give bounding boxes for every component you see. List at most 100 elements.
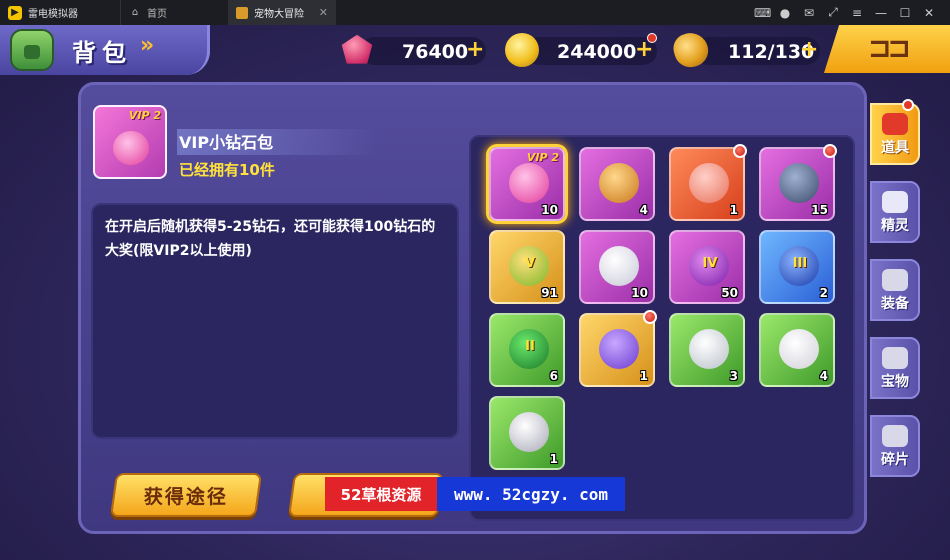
emulator-logo-icon: ▶ <box>8 5 22 20</box>
tab-label: 道具 <box>881 140 909 156</box>
item-grid: VIP 2 10 4 1 15 V 91 10 IV 50 III 2 II 6 1 3 4 1 <box>469 135 855 521</box>
item-grade-label: V <box>524 256 536 271</box>
bag-title-tab: 背包 » <box>0 25 210 75</box>
tab-label: 碎片 <box>881 452 909 468</box>
item-grade-label: III <box>792 256 808 271</box>
shell-icon <box>779 329 819 369</box>
item-slot[interactable]: 4 <box>579 147 655 221</box>
selected-item-owned: 已经拥有10件 <box>179 161 275 179</box>
tab-close-icon[interactable]: ✕ <box>319 6 328 19</box>
vip-diamond-pack-icon <box>509 163 549 203</box>
gold-value: 244000 <box>557 41 637 63</box>
item-slot[interactable]: 10 <box>579 230 655 304</box>
tab-puzzle[interactable]: 碎片 <box>870 415 920 477</box>
diamond-add-button[interactable]: + <box>466 37 484 62</box>
item-quantity: 15 <box>811 203 828 217</box>
maximize-icon[interactable]: ☐ <box>898 6 912 20</box>
account-icon[interactable]: ● <box>778 6 792 20</box>
item-quantity: 2 <box>819 286 828 300</box>
gamepad-icon[interactable]: ⌨ <box>754 6 771 20</box>
tab-key[interactable]: 宝物 <box>870 337 920 399</box>
new-item-badge <box>643 310 657 324</box>
white-feather-icon <box>599 246 639 286</box>
tab-home[interactable]: ⌂ 首页 <box>120 0 228 25</box>
item-grade-label: IV <box>702 256 718 271</box>
emulator-titlebar: ▶ 雷电模拟器 ⌂ 首页 宠物大冒险 ✕ ⌨ ● ✉ ⤢ ≡ — ☐ ✕ <box>0 0 950 25</box>
item-quantity: 6 <box>549 369 558 383</box>
menu-icon[interactable]: ≡ <box>850 6 864 20</box>
item-description: 在开启后随机获得5-25钻石，还可能获得100钻石的大奖(限VIP2以上使用) <box>105 219 436 259</box>
diamond-value: 76400 <box>402 41 469 63</box>
item-vip-tag: VIP 2 <box>526 151 559 164</box>
item-slot[interactable]: 3 <box>669 313 745 387</box>
obtain-route-label: 获得途径 <box>143 485 228 508</box>
item-quantity: 1 <box>729 203 738 217</box>
currency-diamond: 76400 + <box>340 34 490 65</box>
tab-notification-dot <box>902 99 914 111</box>
watermark-brand: 52草根资源 <box>325 477 437 511</box>
gem-box-icon <box>599 329 639 369</box>
title-arrows-icon: » <box>140 33 155 58</box>
game-header: 背包 » 76400 + 244000 + 112/130 + ⊐⊐ <box>0 25 950 90</box>
item-slot[interactable]: 1 <box>669 144 747 221</box>
new-item-badge <box>823 144 837 158</box>
tab-home-label: 首页 <box>147 9 167 20</box>
pearl-icon <box>509 412 549 452</box>
tab-label: 装备 <box>881 296 909 312</box>
item-slot[interactable]: 4 <box>759 313 835 387</box>
close-window-icon[interactable]: ✕ <box>922 6 936 20</box>
selected-item-icon: VIP 2 <box>93 105 167 179</box>
item-slot[interactable]: V 91 <box>489 230 565 304</box>
tab-cap[interactable]: 精灵 <box>870 181 920 243</box>
game-screen: 背包 » 76400 + 244000 + 112/130 + ⊐⊐ VIP 2… <box>0 25 950 560</box>
currency-gold: 244000 + <box>505 33 660 67</box>
item-slot[interactable]: 1 <box>579 310 657 387</box>
puzzle-icon <box>882 425 908 447</box>
item-quantity: 4 <box>819 369 828 383</box>
armor-icon <box>882 269 908 291</box>
item-quantity: 1 <box>549 452 558 466</box>
tab-game-label: 宠物大冒险 <box>254 9 304 20</box>
tab-label: 精灵 <box>881 218 909 234</box>
game-tab-icon <box>236 6 248 19</box>
feather-wing-icon <box>689 163 729 203</box>
diamond-pack-icon <box>113 131 149 165</box>
tab-game[interactable]: 宠物大冒险 ✕ <box>228 0 336 25</box>
mail-icon[interactable]: ✉ <box>802 6 816 20</box>
selected-item-name: VIP小钻石包 <box>177 129 377 155</box>
stamina-add-button[interactable]: + <box>800 37 818 62</box>
item-slot[interactable]: 15 <box>759 144 837 221</box>
fullscreen-icon[interactable]: ⤢ <box>826 5 840 20</box>
bread-icon <box>599 163 639 203</box>
item-quantity: 3 <box>729 369 738 383</box>
treasure-chest-icon <box>779 163 819 203</box>
item-quantity: 91 <box>541 286 558 300</box>
item-slot[interactable]: III 2 <box>759 230 835 304</box>
emulator-name: 雷电模拟器 <box>28 9 78 20</box>
item-quantity: 50 <box>721 286 738 300</box>
minimize-icon[interactable]: — <box>874 6 888 20</box>
obtain-route-button[interactable]: 获得途径 <box>109 473 263 517</box>
home-icon: ⌂ <box>131 7 139 18</box>
pokeball-icon <box>882 113 908 135</box>
gold-notification-dot <box>647 33 657 43</box>
window-controls: ⌨ ● ✉ ⤢ ≡ — ☐ ✕ <box>754 5 950 20</box>
item-slot[interactable]: VIP 2 10 <box>489 147 565 221</box>
close-arrow-icon: ⊐⊐ <box>868 31 911 64</box>
cap-icon <box>882 191 908 213</box>
watermark-url: www. 52cgzy. com <box>437 477 625 511</box>
tab-label: 宝物 <box>881 374 909 390</box>
item-quantity: 4 <box>639 203 648 217</box>
item-slot[interactable]: IV 50 <box>669 230 745 304</box>
tab-pokeball[interactable]: 道具 <box>870 99 920 165</box>
item-quantity: 10 <box>631 286 648 300</box>
item-slot[interactable]: 1 <box>489 396 565 470</box>
currency-stamina: 112/130 + <box>670 29 824 71</box>
tab-armor[interactable]: 装备 <box>870 259 920 321</box>
close-button[interactable]: ⊐⊐ <box>824 25 950 73</box>
item-slot[interactable]: II 6 <box>489 313 565 387</box>
inventory-panel: VIP 2 VIP小钻石包 已经拥有10件 在开启后随机获得5-25钻石，还可能… <box>78 82 867 534</box>
item-grade-label: II <box>525 339 535 354</box>
new-item-badge <box>733 144 747 158</box>
octagon-stone-icon <box>689 329 729 369</box>
